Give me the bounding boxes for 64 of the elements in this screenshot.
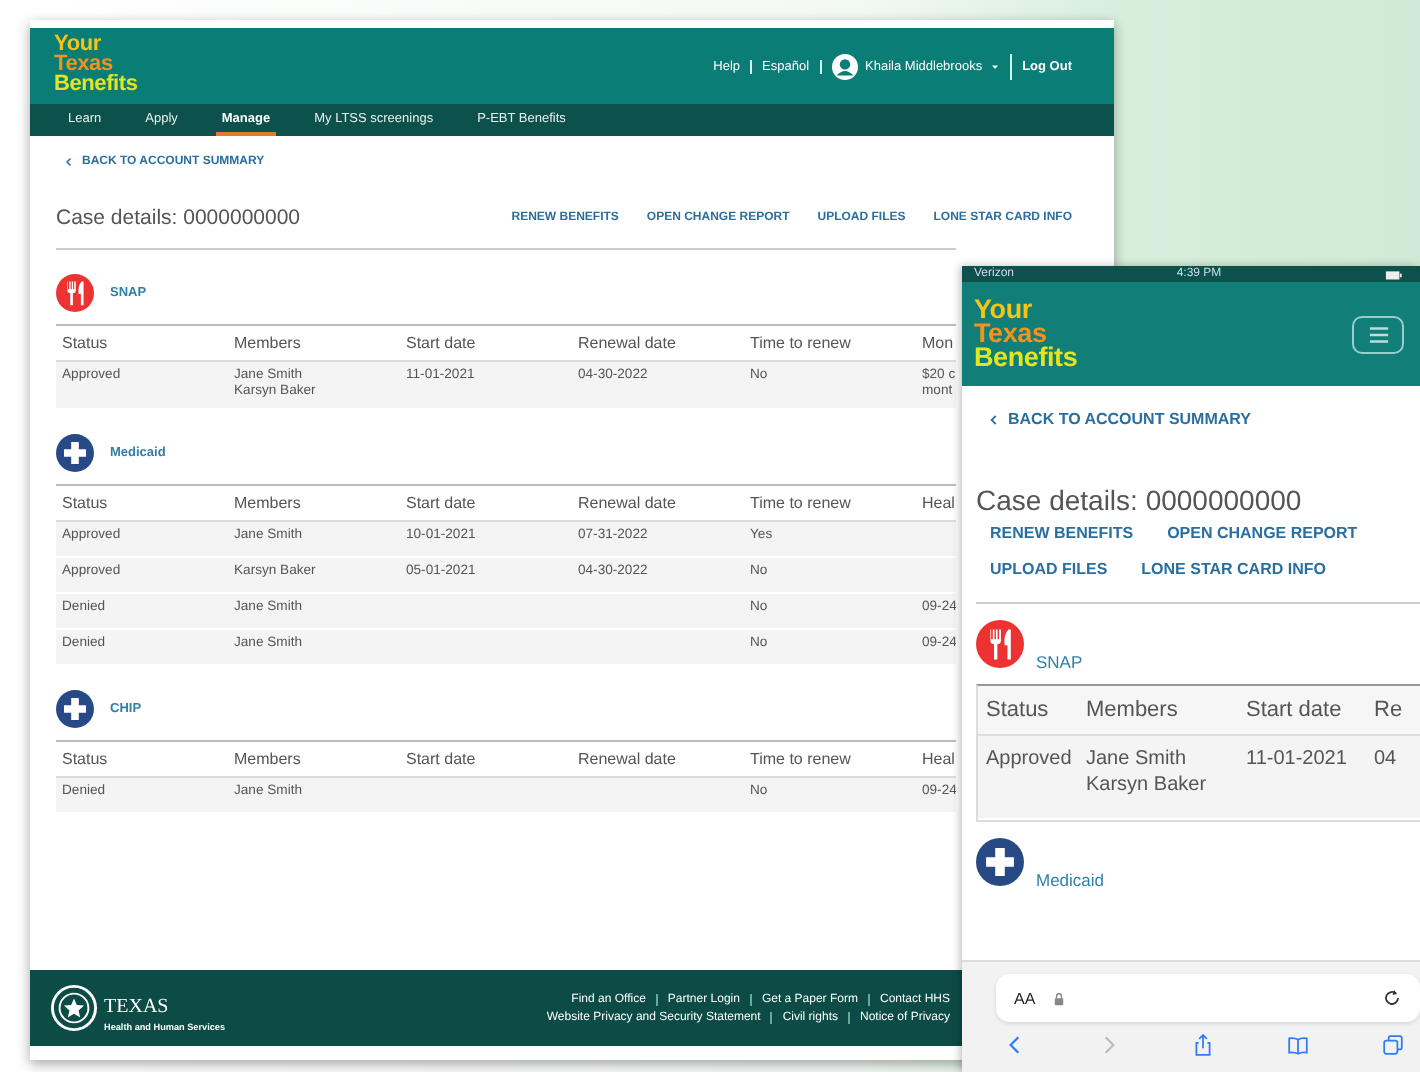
column-header: Members — [232, 747, 303, 772]
column-header: Status — [60, 332, 110, 356]
column-header: Start date — [404, 491, 478, 516]
logo[interactable]: Your Texas Benefits — [974, 298, 1078, 370]
lock-icon — [1051, 991, 1066, 1005]
column-header: Status — [984, 696, 1051, 726]
column-header: Renewal date — [576, 491, 678, 516]
column-header: Time to renew — [748, 747, 853, 772]
share-icon[interactable] — [1192, 1034, 1214, 1056]
column-header: Start date — [1244, 696, 1344, 726]
column-header: Status — [60, 747, 110, 772]
logo[interactable]: Your Texas Benefits — [54, 36, 138, 95]
column-header: Members — [232, 332, 303, 356]
caret-icon — [990, 61, 1001, 71]
table-cell: 04 — [1374, 748, 1397, 773]
cross-icon — [56, 433, 94, 472]
column-header: Start date — [404, 332, 478, 356]
column-header: Members — [232, 491, 303, 516]
action-link[interactable]: RENEW BENEFITS — [990, 524, 1134, 542]
column-header: Re — [1372, 696, 1405, 726]
text-size-button[interactable]: AA — [1014, 989, 1036, 1007]
column-header: Renewal date — [576, 747, 678, 772]
menu-icon — [1365, 321, 1391, 347]
logo-text: Texas — [54, 56, 113, 76]
column-header: Heal — [920, 747, 956, 772]
case-title: Case details: 0000000000 — [56, 206, 301, 230]
action-link[interactable]: OPEN CHANGE REPORT — [1167, 524, 1358, 542]
chevron-left-icon — [988, 412, 1000, 428]
address-bar[interactable]: AA — [996, 974, 1420, 1022]
column-header: Renewal date — [576, 332, 678, 356]
tabs-icon[interactable] — [1382, 1034, 1404, 1056]
logo-text: Texas — [974, 322, 1047, 346]
logo-text: Benefits — [54, 75, 138, 95]
column-header: Status — [60, 491, 110, 516]
logo-text: Benefits — [974, 345, 1078, 370]
cross-icon — [56, 689, 94, 728]
action-link[interactable]: UPLOAD FILES — [990, 560, 1108, 578]
avatar-icon — [831, 53, 858, 79]
program-title[interactable]: SNAP — [1036, 652, 1083, 672]
column-header: Time to renew — [748, 491, 853, 516]
table-cell: 11-01-2021 — [1246, 748, 1347, 773]
menu-button[interactable] — [1352, 315, 1404, 353]
cross-icon — [976, 838, 1024, 886]
column-header: Heal — [920, 491, 956, 516]
column-header: Mon — [920, 332, 956, 356]
action-link[interactable]: LONE STAR CARD INFO — [1141, 560, 1326, 578]
agency-name: TEXAS — [104, 995, 169, 1017]
program-title[interactable]: Medicaid — [1036, 870, 1105, 890]
column-header: Members — [1084, 696, 1180, 726]
column-header: Time to renew — [748, 332, 853, 356]
table-cell: Jane Smith Karsyn Baker — [1086, 748, 1207, 798]
back-link[interactable]: BACK TO ACCOUNT SUMMARY — [988, 410, 1420, 428]
fork-knife-icon — [56, 274, 94, 312]
book-icon[interactable] — [1286, 1034, 1310, 1056]
fork-knife-icon — [976, 620, 1024, 668]
case-title: Case details: 0000000000 — [976, 484, 1304, 516]
battery-icon — [1384, 266, 1404, 282]
column-header: Start date — [404, 747, 478, 772]
table-cell: Approved — [986, 748, 1072, 773]
logo-text: Your — [54, 36, 101, 57]
chevron-left-icon — [64, 156, 74, 168]
seal-icon — [50, 984, 98, 1032]
reload-icon[interactable] — [1382, 988, 1402, 1008]
logo-text: Your — [974, 298, 1032, 323]
